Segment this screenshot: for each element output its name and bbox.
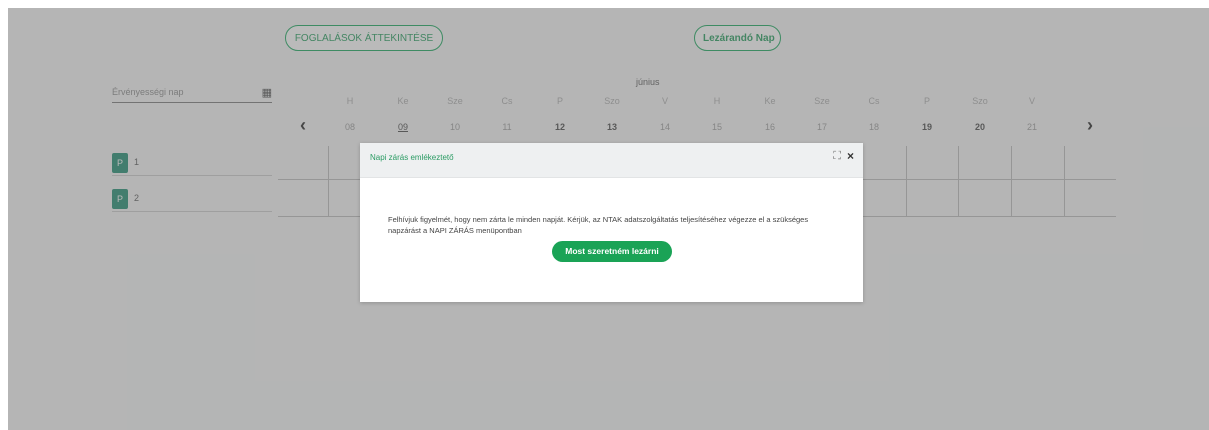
close-now-button[interactable]: Most szeretném lezárni <box>552 241 672 262</box>
expand-icon[interactable]: ⛶ <box>833 150 841 163</box>
app-window: FOGLALÁSOK ÁTTEKINTÉSE Lezárandó Nap Érv… <box>8 8 1209 430</box>
daily-close-reminder-modal: Napi zárás emlékeztető ⛶ × Felhívjuk fig… <box>360 143 863 302</box>
modal-title: Napi zárás emlékeztető <box>370 153 454 162</box>
modal-message: Felhívjuk figyelmét, hogy nem zárta le m… <box>388 215 809 235</box>
close-icon[interactable]: × <box>847 149 854 163</box>
modal-header: Napi zárás emlékeztető ⛶ × <box>360 143 863 178</box>
